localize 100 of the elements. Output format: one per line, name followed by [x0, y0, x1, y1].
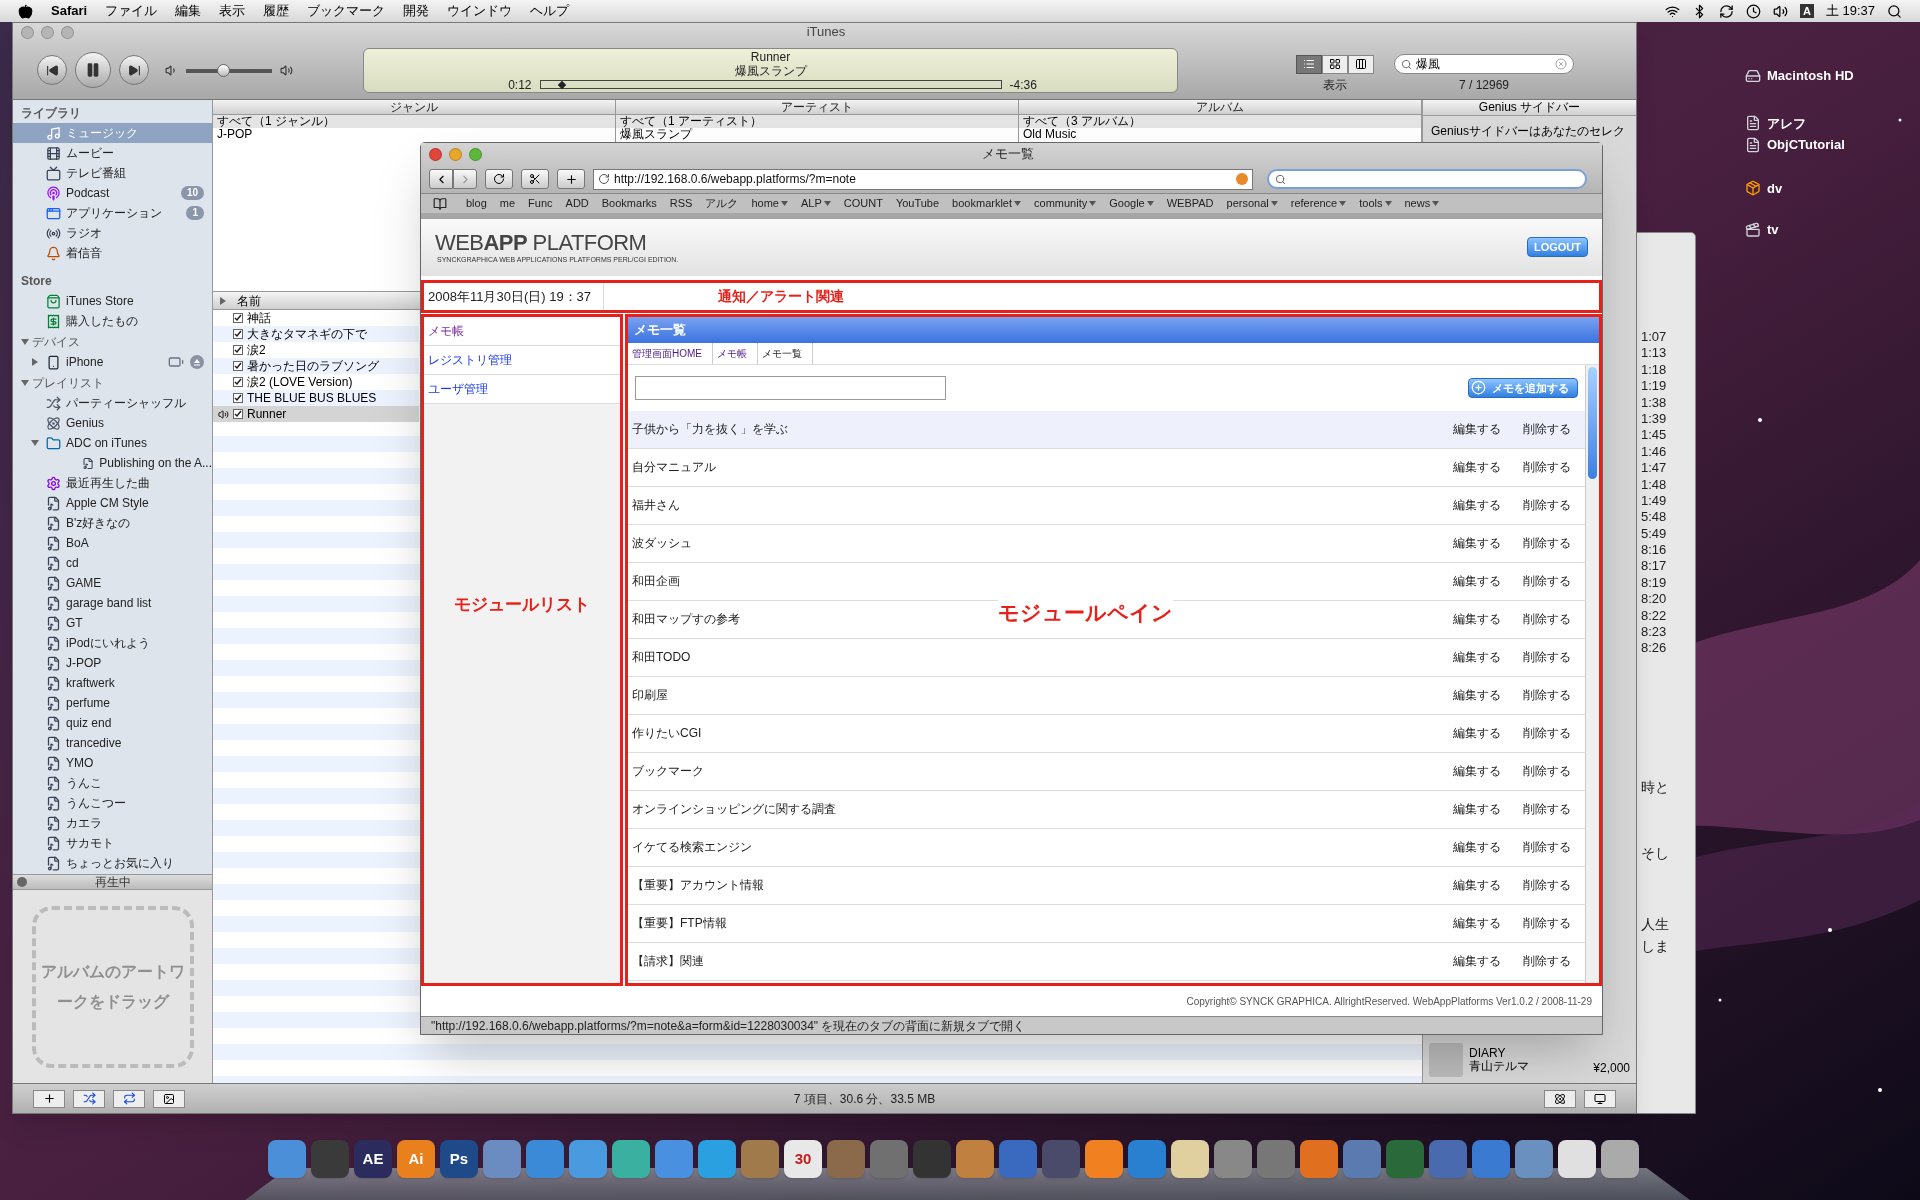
song-checkbox[interactable]	[233, 377, 243, 387]
edit-link[interactable]: 編集する	[1453, 420, 1501, 439]
bookmark-item[interactable]: Google	[1109, 195, 1154, 212]
collapsed-triangle-icon[interactable]	[31, 358, 39, 366]
search-field[interactable]: 爆風	[1394, 54, 1574, 74]
browser-item[interactable]: J-POP	[213, 128, 615, 141]
dock-app-icon[interactable]: 30	[784, 1140, 822, 1178]
edit-link[interactable]: 編集する	[1453, 724, 1501, 743]
full-screen-button[interactable]	[1584, 1089, 1616, 1108]
bookmark-item[interactable]: blog	[466, 195, 487, 212]
sidebar-item[interactable]: perfume	[13, 693, 212, 713]
clear-icon[interactable]	[1555, 58, 1567, 70]
address-field[interactable]: http://192.168.0.6/webapp.platforms/?m=note	[593, 168, 1253, 190]
next-button[interactable]	[119, 55, 149, 85]
sidebar-item[interactable]: ラジオ	[13, 223, 212, 243]
delete-link[interactable]: 削除する	[1523, 458, 1571, 477]
sidebar-item[interactable]: テレビ番組	[13, 163, 212, 183]
edit-link[interactable]: 編集する	[1453, 458, 1501, 477]
volume-thumb[interactable]	[216, 63, 230, 77]
sidebar-item[interactable]: Genius	[13, 413, 212, 433]
song-row[interactable]: 大きなタマネギの下で	[213, 326, 419, 342]
sidebar-item[interactable]: 着信音	[13, 243, 212, 263]
menu-item[interactable]: ヘルプ	[530, 1, 570, 21]
apple-icon[interactable]	[18, 3, 33, 19]
sidebar-item[interactable]: iPhone	[13, 352, 212, 372]
bookmark-item[interactable]: アルク	[705, 195, 739, 212]
bookmark-item[interactable]: home	[751, 195, 788, 212]
song-checkbox[interactable]	[233, 345, 243, 355]
song-row[interactable]: 涙2	[213, 342, 419, 358]
song-row[interactable]: 涙2 (LOVE Version)	[213, 374, 419, 390]
bookmark-item[interactable]: RSS	[669, 195, 693, 212]
pause-button[interactable]	[75, 52, 111, 88]
menu-item[interactable]: 編集	[175, 1, 202, 21]
edit-link[interactable]: 編集する	[1453, 648, 1501, 667]
breadcrumb-item[interactable]: メモ帳	[713, 342, 758, 364]
menu-item[interactable]: ブックマーク	[307, 1, 386, 21]
module-link[interactable]: ユーザ管理	[424, 374, 620, 404]
artwork-toggle-button[interactable]	[153, 1089, 185, 1108]
sidebar-item[interactable]: cd	[13, 553, 212, 573]
desktop-icon-label[interactable]: ObjCTutorial	[1767, 135, 1845, 155]
back-button[interactable]	[429, 169, 453, 189]
shuffle-button[interactable]	[73, 1089, 105, 1108]
sync-icon[interactable]	[1718, 3, 1734, 19]
delete-link[interactable]: 削除する	[1523, 496, 1571, 515]
bookmark-item[interactable]: Bookmarks	[601, 195, 657, 212]
scrollbar-thumb[interactable]	[1588, 366, 1597, 479]
delete-link[interactable]: 削除する	[1523, 914, 1571, 933]
sidebar-item[interactable]: 購入したもの	[13, 311, 212, 331]
browser-item[interactable]: すべて（1 ジャンル）	[213, 115, 615, 128]
column-header[interactable]: 名前	[233, 291, 261, 310]
dock-app-icon[interactable]	[268, 1140, 306, 1178]
sidebar-item[interactable]: 最近再生した曲	[13, 473, 212, 493]
delete-link[interactable]: 削除する	[1523, 800, 1571, 819]
bookmark-item[interactable]: YouTube	[895, 195, 940, 212]
bookmark-item[interactable]: tools	[1359, 195, 1392, 212]
delete-link[interactable]: 削除する	[1523, 686, 1571, 705]
collapsed-triangle-icon[interactable]	[219, 296, 227, 305]
sidebar-item[interactable]: trancedive	[13, 733, 212, 753]
repeat-button[interactable]	[113, 1089, 145, 1108]
sidebar-item[interactable]: カエラ	[13, 813, 212, 833]
breadcrumb-item[interactable]: 管理画面HOME	[628, 342, 713, 364]
song-checkbox[interactable]	[233, 409, 243, 419]
scrollbar[interactable]	[1585, 364, 1599, 984]
edit-link[interactable]: 編集する	[1453, 762, 1501, 781]
song-checkbox[interactable]	[233, 393, 243, 403]
song-row[interactable]: 暑かった日のラブソング	[213, 358, 419, 374]
menu-item[interactable]: 履歴	[263, 1, 290, 21]
bookmark-item[interactable]: reference	[1290, 195, 1347, 212]
edit-link[interactable]: 編集する	[1453, 496, 1501, 515]
expanded-triangle-icon[interactable]	[21, 379, 29, 387]
bookmark-item[interactable]: personal	[1226, 195, 1278, 212]
song-checkbox[interactable]	[233, 329, 243, 339]
bookmark-item[interactable]: ALP	[800, 195, 831, 212]
bookmark-item[interactable]: ADD	[565, 195, 589, 212]
column-header[interactable]: ジャンル	[213, 100, 615, 115]
menu-item[interactable]: 表示	[219, 1, 246, 21]
sidebar-item[interactable]: B'z好きなの	[13, 513, 212, 533]
book-icon[interactable]	[433, 196, 447, 211]
sidebar-item[interactable]: Apple CM Style	[13, 493, 212, 513]
bookmark-item[interactable]: me	[499, 195, 516, 212]
bookmark-item[interactable]: WEBPAD	[1166, 195, 1214, 212]
sidebar-item[interactable]: kraftwerk	[13, 673, 212, 693]
sidebar-item[interactable]: うんこ	[13, 773, 212, 793]
delete-link[interactable]: 削除する	[1523, 572, 1571, 591]
sidebar-item[interactable]: アプリケーション 1	[13, 203, 212, 223]
volume-icon[interactable]	[1772, 3, 1788, 19]
sidebar-item[interactable]: GT	[13, 613, 212, 633]
edit-link[interactable]: 編集する	[1453, 610, 1501, 629]
eject-icon[interactable]	[190, 355, 204, 369]
input-mode-indicator[interactable]: A	[1799, 4, 1814, 18]
column-header[interactable]: アルバム	[1019, 100, 1421, 115]
bookmark-item[interactable]: bookmarklet	[952, 195, 1022, 212]
delete-link[interactable]: 削除する	[1523, 952, 1571, 971]
bookmark-item[interactable]: COUNT	[843, 195, 883, 212]
add-playlist-button[interactable]	[33, 1089, 65, 1108]
clock-icon[interactable]	[1745, 3, 1761, 19]
browser-item[interactable]: Old Music	[1019, 128, 1421, 141]
delete-link[interactable]: 削除する	[1523, 724, 1571, 743]
sidebar-item[interactable]: BoA	[13, 533, 212, 553]
sidebar-item[interactable]: J-POP	[13, 653, 212, 673]
